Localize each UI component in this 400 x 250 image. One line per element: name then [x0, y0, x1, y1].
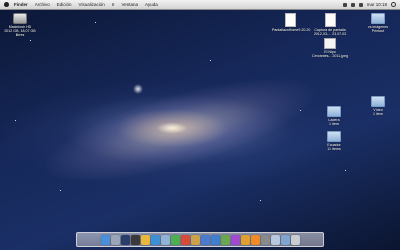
status-area: mar 10:18	[342, 0, 396, 9]
document-icon	[324, 13, 336, 27]
star	[300, 110, 301, 111]
documents-stack-icon[interactable]	[270, 235, 280, 245]
star	[260, 200, 261, 201]
icon-sublabel: 1 ítem	[329, 122, 339, 127]
folder-icon	[327, 131, 341, 142]
desktop-icon-screenshot[interactable]: Captura de pantalla 2012-03-... 23.07.03	[312, 13, 348, 36]
star	[30, 40, 31, 41]
star	[15, 120, 16, 121]
finder-icon[interactable]	[100, 235, 110, 245]
star	[210, 60, 211, 61]
preferences-icon[interactable]	[260, 235, 270, 245]
folder-icon	[371, 96, 385, 107]
desktop-icon-folder-ladera[interactable]: Ladera 1 ítem	[316, 106, 352, 126]
icon-sublabel: Printout	[371, 29, 385, 34]
menu-ventana[interactable]: Ventana	[121, 2, 138, 7]
itunes-icon[interactable]	[200, 235, 210, 245]
icon-sublabel: 11 ítems	[327, 147, 341, 152]
desktop-icon-folder-images[interactable]: vs imágenes Printout	[360, 13, 396, 33]
icon-sublabel: 2012-03-... 23.07.03	[313, 32, 347, 37]
star	[95, 22, 96, 23]
menu-finder[interactable]: Finder	[14, 2, 28, 7]
dashboard-icon[interactable]	[130, 235, 140, 245]
apple-menu-icon[interactable]	[4, 2, 9, 7]
chrome-icon[interactable]	[140, 235, 150, 245]
icon-sublabel: 2012 GB, 18,07 GB libres	[4, 29, 36, 38]
wifi-icon[interactable]	[342, 2, 347, 7]
safari-icon[interactable]	[150, 235, 160, 245]
vlc-icon[interactable]	[250, 235, 260, 245]
garageband-icon[interactable]	[240, 235, 250, 245]
galaxy-glow	[35, 57, 325, 203]
folder-icon	[327, 106, 341, 117]
icon-label: PantallazoHome9.20.20	[272, 28, 311, 32]
menu-edicion[interactable]: Edición	[57, 2, 72, 7]
preview-icon[interactable]	[220, 235, 230, 245]
image-file-icon	[324, 38, 336, 49]
photos-icon[interactable]	[190, 235, 200, 245]
trash-icon[interactable]	[290, 235, 300, 245]
battery-icon[interactable]	[358, 2, 363, 7]
folder-icon	[371, 13, 385, 24]
calendar-icon[interactable]	[180, 235, 190, 245]
dock	[76, 232, 324, 247]
desktop-icon-image[interactable]: El Nipo Cervantes... 2011.jpeg	[312, 38, 348, 58]
hard-drive-icon	[13, 13, 27, 24]
desktop-icon-folder-ecuador[interactable]: Ecuador 11 ítems	[316, 131, 352, 151]
appstore-icon[interactable]	[210, 235, 220, 245]
desktop-icon-document[interactable]: PantallazoHome9.20.20	[272, 13, 311, 32]
menu-ir[interactable]: Ir	[112, 2, 115, 7]
desktop-icon-macintosh-hd[interactable]: Macintosh HD 2012 GB, 18,07 GB libres	[2, 13, 38, 38]
icon-sublabel: Cervantes... 2011.jpeg	[312, 54, 348, 59]
volume-icon[interactable]	[350, 2, 355, 7]
facetime-icon[interactable]	[170, 235, 180, 245]
menu-bar: Finder Archivo Edición Visualización Ir …	[0, 0, 400, 10]
clock[interactable]: mar 10:18	[367, 2, 387, 7]
mail-icon[interactable]	[160, 235, 170, 245]
downloads-stack-icon[interactable]	[280, 235, 290, 245]
menu-ayuda[interactable]: Ayuda	[145, 2, 158, 7]
document-icon	[284, 13, 296, 27]
spotlight-search-icon[interactable]	[391, 2, 396, 7]
desktop-icon-folder-video[interactable]: Vídeo 1 ítem	[360, 96, 396, 116]
menu-archivo[interactable]: Archivo	[35, 2, 50, 7]
mission-control-icon[interactable]	[120, 235, 130, 245]
launchpad-icon[interactable]	[110, 235, 120, 245]
star	[345, 170, 346, 171]
menu-visualizacion[interactable]: Visualización	[79, 2, 105, 7]
star	[60, 190, 61, 191]
icon-sublabel: 1 ítem	[373, 112, 383, 117]
itunes-music-icon[interactable]	[230, 235, 240, 245]
